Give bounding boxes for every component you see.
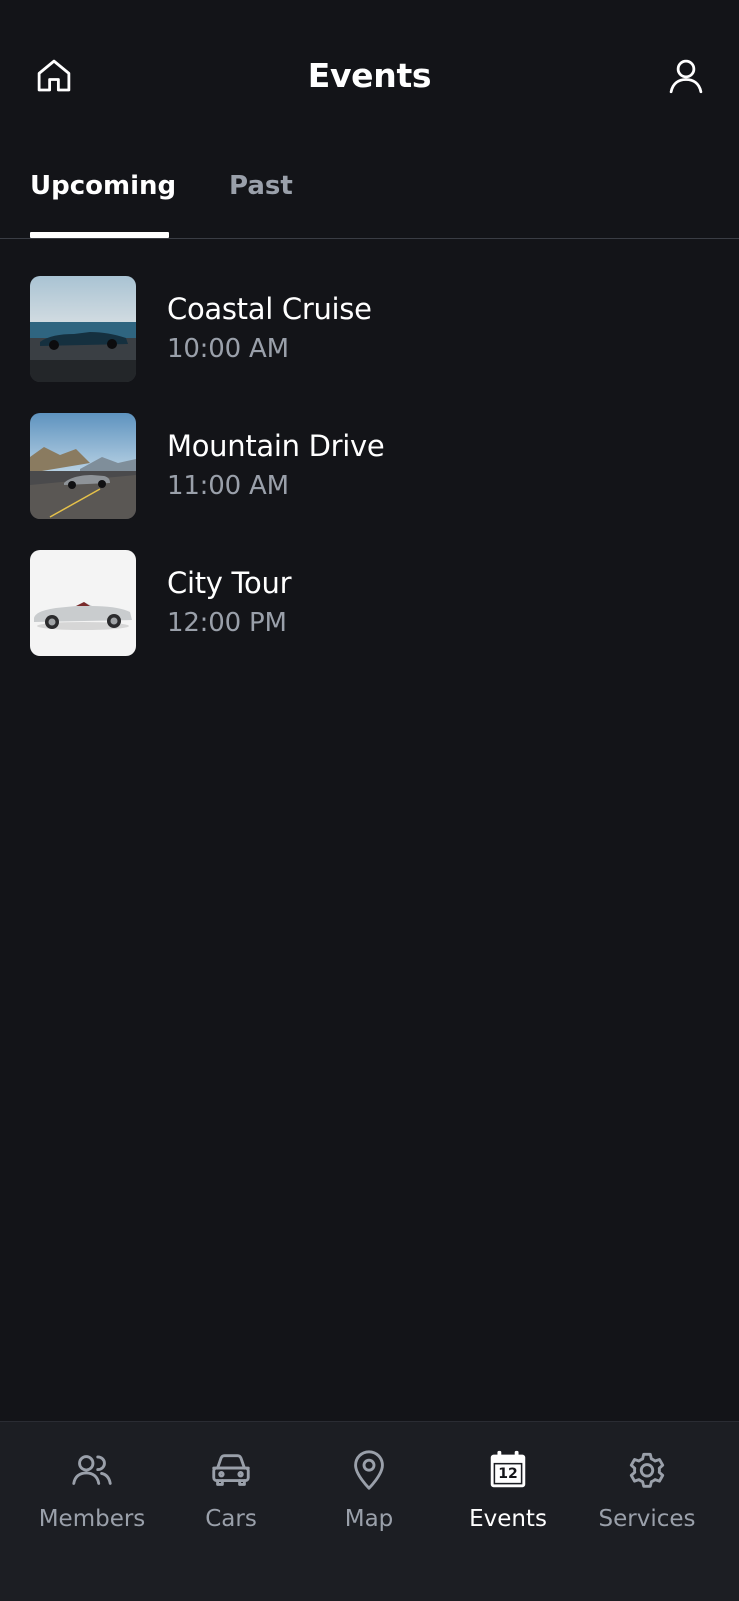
tab-upcoming[interactable]: Upcoming [30,160,176,236]
list-item[interactable]: Coastal Cruise 10:00 AM [30,276,710,382]
list-item[interactable]: Mountain Drive 11:00 AM [30,413,710,519]
users-icon [72,1455,112,1485]
event-tabs: Upcoming Past [0,160,739,239]
calendar-badge: 12 [498,1466,518,1482]
profile-button[interactable] [662,52,710,100]
event-time: 11:00 AM [167,471,289,501]
event-time: 10:00 AM [167,334,289,364]
nav-item-events[interactable]: 12 Events [438,1446,578,1556]
bottom-navigation: Members Cars Map 12 Events Services [0,1421,739,1601]
event-name: Mountain Drive [167,429,385,463]
nav-item-members[interactable]: Members [22,1446,162,1556]
event-name: City Tour [167,566,292,600]
event-thumbnail [30,413,136,519]
event-thumbnail [30,276,136,382]
event-name: Coastal Cruise [167,292,372,326]
user-icon [669,59,703,94]
nav-label: Map [344,1506,394,1532]
tab-past[interactable]: Past [229,160,293,236]
app-header: Events [0,0,739,150]
nav-label: Members [38,1506,146,1532]
nav-item-cars[interactable]: Cars [161,1446,301,1556]
nav-item-services[interactable]: Services [577,1446,717,1556]
gear-icon [629,1452,665,1488]
active-tab-indicator [30,232,169,238]
event-time: 12:00 PM [167,608,287,638]
list-item[interactable]: City Tour 12:00 PM [30,550,710,656]
event-thumbnail [30,550,136,656]
nav-label: Events [469,1506,547,1532]
nav-label: Cars [205,1506,257,1532]
map-pin-icon [354,1450,384,1490]
car-icon [212,1454,250,1486]
page-title: Events [307,56,432,95]
nav-item-map[interactable]: Map [299,1446,439,1556]
nav-label: Services [598,1506,696,1532]
